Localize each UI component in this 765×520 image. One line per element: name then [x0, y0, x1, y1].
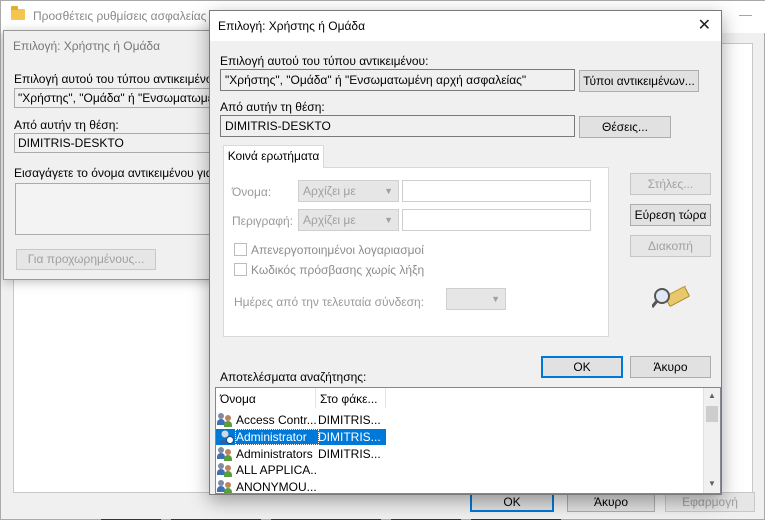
column-header-name[interactable]: Όνομα — [216, 388, 316, 408]
checkbox-box — [234, 263, 247, 276]
search-results-label: Αποτελέσματα αναζήτησης: — [220, 370, 367, 384]
object-type-field: "Χρήστης", "Ομάδα" ή "Ενσωματωμένη αρχή … — [220, 69, 575, 91]
result-folder: DIMITRIS... — [318, 430, 381, 444]
background-apply-button: Εφαρμογή — [665, 492, 755, 512]
query-description-label: Περιγραφή: — [232, 214, 294, 228]
object-type-label: Επιλογή αυτού του τύπου αντικειμένου: — [220, 54, 429, 68]
search-icon — [650, 281, 692, 311]
result-name: ALL APPLICA... — [236, 463, 318, 477]
scroll-down-icon[interactable]: ▼ — [708, 479, 716, 488]
user-icon — [218, 430, 234, 444]
find-now-button[interactable]: Εύρεση τώρα — [630, 204, 711, 226]
middle-location-label: Από αυτήν τη θέση: — [14, 118, 119, 132]
common-queries-panel: Όνομα: Αρχίζει με ▼ Περιγραφή: Αρχίζει μ… — [223, 167, 609, 337]
close-icon[interactable]: ✕ — [698, 15, 711, 35]
select-user-window-behind: Επιλογή: Χρήστης ή Ομάδα Επιλογή αυτού τ… — [3, 30, 222, 280]
query-name-match-select: Αρχίζει με ▼ — [298, 180, 399, 202]
non-expiring-password-label: Κωδικός πρόσβασης χωρίς λήξη — [251, 263, 425, 277]
query-description-match-select: Αρχίζει με ▼ — [298, 209, 399, 231]
result-folder: DIMITRIS... — [318, 413, 381, 427]
days-since-logon-label: Ημέρες από την τελευταία σύνδεση: — [234, 295, 425, 309]
tab-common-queries[interactable]: Κοινά ερωτήματα — [223, 145, 324, 168]
chevron-down-icon: ▼ — [384, 215, 393, 225]
group-icon — [217, 447, 234, 461]
result-row[interactable]: Access Contr... DIMITRIS... — [216, 412, 386, 428]
non-expiring-password-checkbox: Κωδικός πρόσβασης χωρίς λήξη — [234, 263, 424, 277]
result-folder: DIMITRIS... — [318, 447, 381, 461]
location-field: DIMITRIS-DESKTO — [220, 115, 575, 137]
results-scrollbar[interactable]: ▲ ▼ — [703, 388, 720, 493]
minimize-icon[interactable]: — — [739, 7, 752, 22]
middle-object-type-field: "Χρήστης", "Ομάδα" ή "Ενσωματωμένη — [14, 88, 214, 108]
locations-button[interactable]: Θέσεις... — [579, 116, 671, 138]
background-cancel-button[interactable]: Άκυρο — [567, 492, 655, 512]
bottom-caption-strip — [101, 513, 571, 520]
background-window-title: Προσθέτεις ρυθμίσεις ασφαλείας — [33, 9, 207, 23]
dialog-titlebar: Επιλογή: Χρήστης ή Ομάδα ✕ — [210, 11, 721, 41]
query-description-input — [402, 209, 591, 231]
search-results-list[interactable]: Όνομα Στο φάκε... Access Contr... DIMITR… — [215, 387, 721, 494]
chevron-down-icon: ▼ — [491, 294, 500, 304]
scroll-up-icon[interactable]: ▲ — [708, 391, 716, 400]
select-user-dialog: Επιλογή: Χρήστης ή Ομάδα ✕ Επιλογή αυτού… — [209, 10, 722, 495]
chevron-down-icon: ▼ — [384, 186, 393, 196]
columns-button: Στήλες... — [630, 173, 711, 195]
disabled-accounts-checkbox: Απενεργοποιημένοι λογαριασμοί — [234, 243, 424, 257]
location-label: Από αυτήν τη θέση: — [220, 100, 325, 114]
middle-enter-names-label: Εισαγάγετε το όνομα αντικειμένου για — [14, 166, 213, 180]
days-since-logon-select: ▼ — [446, 288, 506, 310]
middle-advanced-button: Για προχωρημένους... — [16, 249, 156, 270]
object-types-button[interactable]: Τύποι αντικειμένων... — [579, 70, 699, 92]
disabled-accounts-label: Απενεργοποιημένοι λογαριασμοί — [251, 243, 424, 257]
bottom-caption-fragment — [101, 519, 561, 520]
query-name-label: Όνομα: — [232, 185, 272, 199]
group-icon — [217, 413, 234, 427]
query-name-match-value: Αρχίζει με — [303, 184, 356, 198]
background-ok-button[interactable]: OK — [470, 492, 554, 512]
result-name: ANONYMOU... — [236, 480, 317, 494]
cancel-button[interactable]: Άκυρο — [630, 356, 711, 378]
result-row[interactable]: ALL APPLICA... — [216, 462, 386, 478]
dialog-title: Επιλογή: Χρήστης ή Ομάδα — [218, 19, 366, 33]
group-icon — [217, 463, 234, 477]
middle-location-field: DIMITRIS-DESKTO — [14, 133, 214, 153]
result-row[interactable]: Administrators DIMITRIS... — [216, 446, 386, 462]
result-name: Administrators — [236, 447, 313, 461]
results-header: Όνομα Στο φάκε... — [216, 388, 706, 408]
middle-object-type-label: Επιλογή αυτού του τύπου αντικειμένου: — [14, 72, 223, 86]
result-name: Access Contr... — [236, 413, 317, 427]
folder-icon — [11, 6, 25, 20]
column-header-folder[interactable]: Στο φάκε... — [316, 388, 386, 408]
stop-button: Διακοπή — [630, 235, 711, 257]
middle-enter-names-input[interactable] — [15, 183, 213, 235]
ok-button[interactable]: OK — [541, 356, 623, 378]
scrollbar-thumb[interactable] — [706, 406, 718, 422]
result-row[interactable]: ANONYMOU... — [216, 479, 386, 494]
result-row-selected[interactable]: Administrator DIMITRIS... — [216, 429, 386, 445]
checkbox-box — [234, 243, 247, 256]
middle-window-title: Επιλογή: Χρήστης ή Ομάδα — [13, 39, 161, 53]
group-icon — [217, 480, 234, 493]
query-description-match-value: Αρχίζει με — [303, 213, 356, 227]
query-name-input — [402, 180, 591, 202]
result-name: Administrator — [235, 429, 319, 445]
